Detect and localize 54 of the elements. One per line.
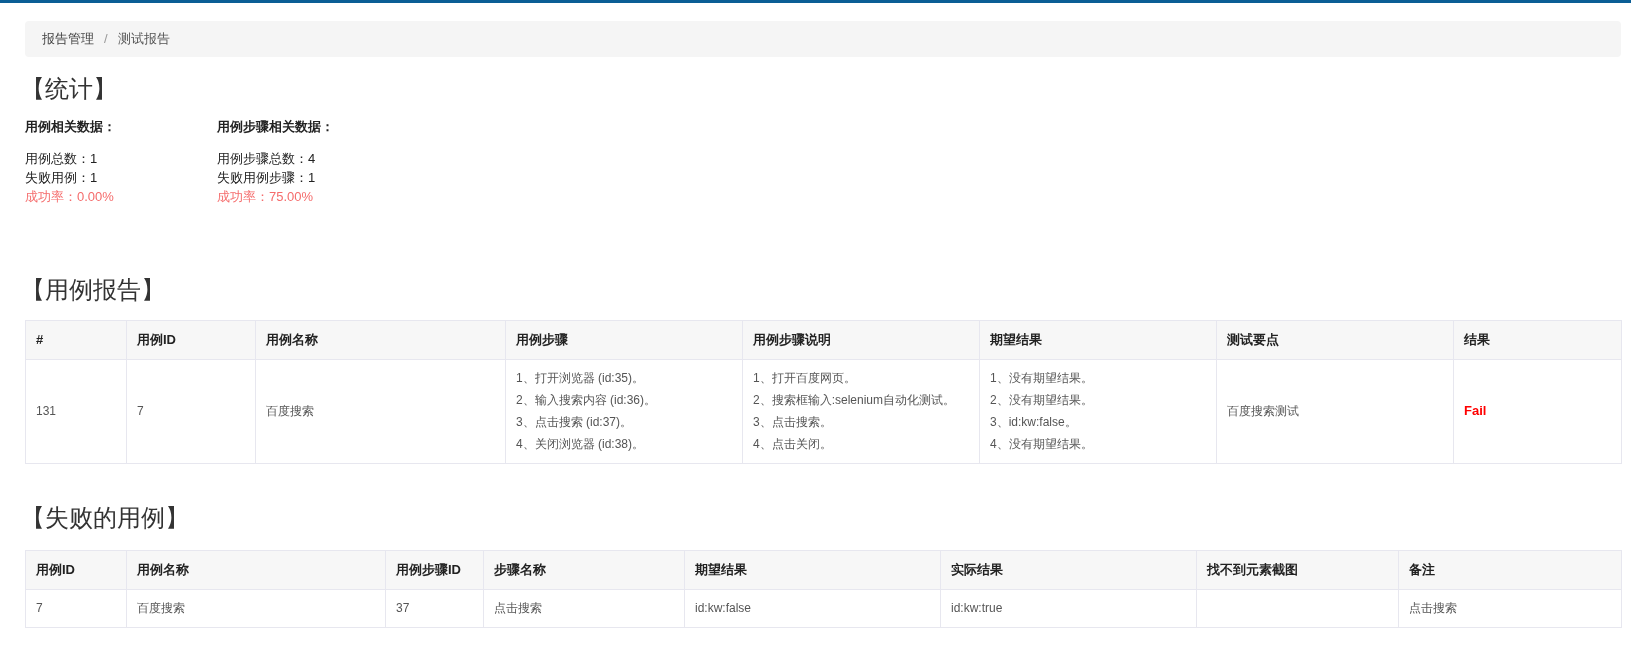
stat-line: 用例总数：1 <box>25 149 99 168</box>
column-header: 期望结果 <box>684 550 941 589</box>
success-rate: 成功率：0.00% <box>25 187 115 206</box>
breadcrumb-link[interactable]: 报告管理 <box>42 29 94 49</box>
table-cell: 131 <box>25 359 127 463</box>
step-line: 3、点击搜索 (id:37)。 <box>516 414 634 431</box>
column-header: 用例步骤说明 <box>742 320 980 359</box>
table-cell: 百度搜索 <box>126 589 386 627</box>
stat-line: 失败用例：1 <box>25 168 99 187</box>
table-cell: 点击搜索 <box>1398 589 1622 627</box>
success-rate: 成功率：75.00% <box>217 187 315 206</box>
stat-line: 用例步骤总数：4 <box>217 149 317 168</box>
section-heading: 【统计】 <box>21 74 118 105</box>
step-line: 4、点击关闭。 <box>753 436 833 453</box>
table-cell: 7 <box>126 359 256 463</box>
table-cell: 37 <box>385 589 484 627</box>
column-header: # <box>25 320 127 359</box>
step-line: 2、搜索框输入:selenium自动化测试。 <box>753 392 957 409</box>
result-cell: Fail <box>1453 359 1622 463</box>
column-header: 实际结果 <box>940 550 1197 589</box>
column-header: 用例名称 <box>126 550 386 589</box>
table-cell: 百度搜索 <box>255 359 506 463</box>
step-line: 3、id:kw:false。 <box>990 414 1078 431</box>
section-heading: 【失败的用例】 <box>21 502 190 534</box>
table-cell: id:kw:true <box>940 589 1197 627</box>
column-header: 找不到元素截图 <box>1196 550 1399 589</box>
step-line: 4、关闭浏览器 (id:38)。 <box>516 436 646 453</box>
breadcrumb-separator: / <box>104 30 108 49</box>
column-header: 期望结果 <box>979 320 1217 359</box>
step-line: 3、点击搜索。 <box>753 414 833 431</box>
table-cell: 点击搜索 <box>483 589 685 627</box>
column-header: 用例步骤 <box>505 320 743 359</box>
column-header: 用例名称 <box>255 320 506 359</box>
section-heading: 【用例报告】 <box>21 274 166 306</box>
step-line: 1、没有期望结果。 <box>990 370 1094 387</box>
table-cell: 7 <box>25 589 127 627</box>
breadcrumb-current: 测试报告 <box>117 30 170 49</box>
column-header: 用例步骤ID <box>385 550 484 589</box>
column-header: 备注 <box>1398 550 1622 589</box>
step-line: 1、打开浏览器 (id:35)。 <box>516 370 646 387</box>
group-heading: 用例相关数据： <box>25 118 117 136</box>
group-heading: 用例步骤相关数据： <box>217 118 334 136</box>
table-cell: id:kw:false <box>684 589 941 627</box>
stat-line: 失败用例步骤：1 <box>217 168 317 187</box>
column-header: 测试要点 <box>1216 320 1454 359</box>
column-header: 用例ID <box>126 320 256 359</box>
step-line: 2、没有期望结果。 <box>990 392 1094 409</box>
step-line: 2、输入搜索内容 (id:36)。 <box>516 392 658 409</box>
table-cell: 百度搜索测试 <box>1216 359 1454 463</box>
step-line: 1、打开百度网页。 <box>753 370 857 387</box>
column-header: 结果 <box>1453 320 1622 359</box>
step-line: 4、没有期望结果。 <box>990 436 1094 453</box>
column-header: 用例ID <box>25 550 127 589</box>
column-header: 步骤名称 <box>483 550 685 589</box>
